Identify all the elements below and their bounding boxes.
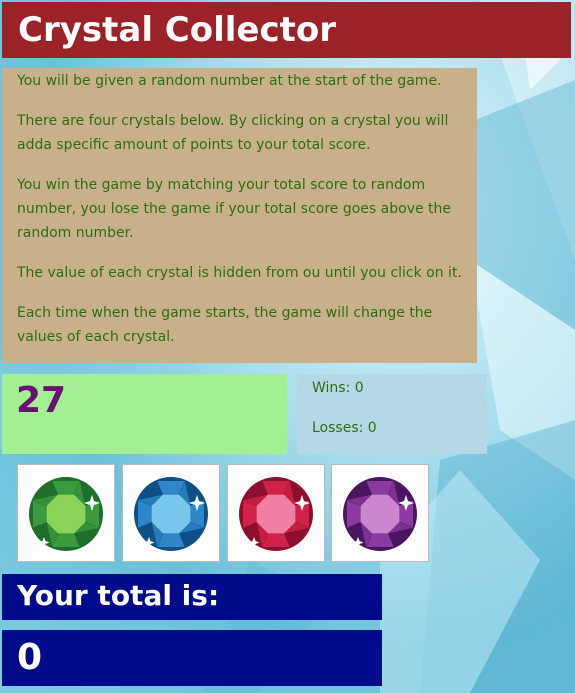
losses-counter: Losses: 0 bbox=[312, 420, 377, 436]
instructions-panel: You will be given a random number at the… bbox=[2, 68, 477, 363]
scoreboard: Wins: 0 Losses: 0 bbox=[297, 374, 487, 454]
total-score-label: Your total is: bbox=[2, 574, 382, 620]
page-title: Crystal Collector bbox=[2, 2, 571, 58]
red-crystal-icon bbox=[239, 477, 313, 551]
random-number-display: 27 bbox=[2, 374, 287, 454]
instruction-text: There are four crystals below. By clicki… bbox=[17, 113, 449, 153]
instruction-text: Each time when the game starts, the game… bbox=[17, 305, 433, 345]
instruction-text: You will be given a random number at the… bbox=[17, 73, 442, 89]
instruction-text: The value of each crystal is hidden from… bbox=[17, 265, 462, 281]
crystal-button-green[interactable] bbox=[17, 464, 115, 562]
crystal-button-red[interactable] bbox=[227, 464, 325, 562]
blue-crystal-icon bbox=[134, 477, 208, 551]
total-score-value: 0 bbox=[2, 630, 382, 686]
green-crystal-icon bbox=[29, 477, 103, 551]
purple-crystal-icon bbox=[343, 477, 417, 551]
crystal-button-blue[interactable] bbox=[122, 464, 220, 562]
wins-counter: Wins: 0 bbox=[312, 380, 364, 396]
crystal-button-purple[interactable] bbox=[331, 464, 429, 562]
instruction-text: You win the game by matching your total … bbox=[17, 177, 452, 241]
